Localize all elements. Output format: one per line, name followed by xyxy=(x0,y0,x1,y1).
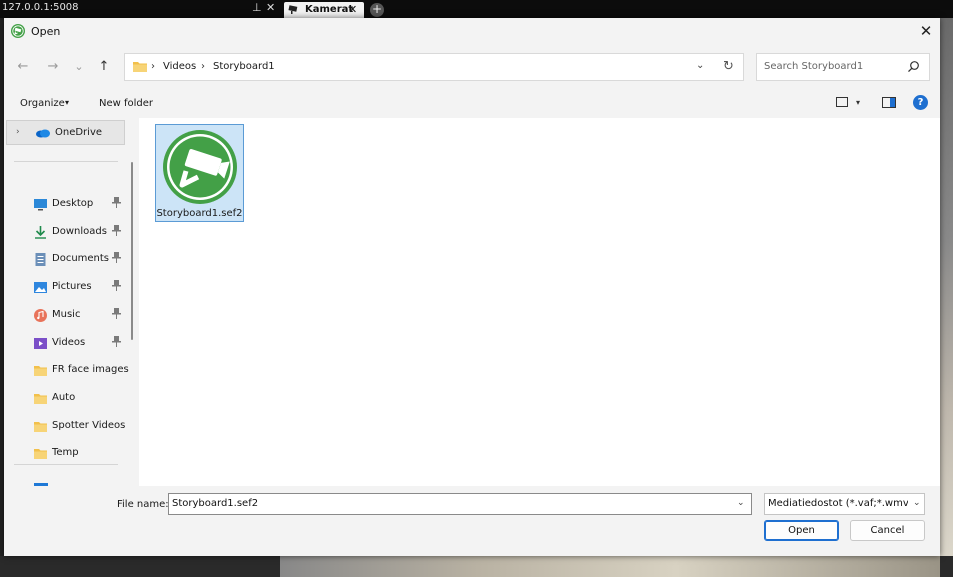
pin-icon[interactable] xyxy=(112,280,121,294)
sidebar-item-label: Music xyxy=(52,308,81,320)
file-item[interactable]: Storyboard1.sef2 xyxy=(155,124,244,222)
navigation-pane: › OneDrive Desktop Downloads Documents Pict… xyxy=(4,118,134,486)
chevron-down-icon[interactable]: ▾ xyxy=(65,98,69,107)
recent-locations-icon[interactable]: ⌄ xyxy=(70,58,88,76)
desktop-icon xyxy=(34,198,47,211)
chevron-down-icon[interactable]: ⌄ xyxy=(913,498,921,508)
sidebar-item-music[interactable]: Music xyxy=(4,303,130,329)
folder-icon xyxy=(133,62,147,72)
dialog-title: Open xyxy=(31,25,61,38)
close-icon[interactable]: ✕ xyxy=(916,22,936,40)
host-tab-label: Kamerat xyxy=(305,4,354,15)
view-options-icon[interactable] xyxy=(836,97,848,107)
sidebar-item-fr-face-images[interactable]: FR face images xyxy=(4,358,130,384)
cloud-icon xyxy=(36,129,50,138)
file-list-pane: Storyboard1.sef2 xyxy=(139,118,940,486)
host-url: 127.0.0.1:5008 xyxy=(2,2,79,13)
pin-icon[interactable] xyxy=(112,335,121,350)
downloads-icon xyxy=(34,225,47,239)
search-input[interactable]: Search Storyboard1 xyxy=(756,53,930,81)
sidebar-item-documents[interactable]: Documents xyxy=(4,247,130,273)
divider xyxy=(14,161,118,162)
forward-arrow-icon[interactable]: → xyxy=(44,58,62,76)
breadcrumb-separator: › xyxy=(201,61,205,72)
sidebar-item-label: Auto xyxy=(52,391,76,403)
sidebar-item-label: OneDrive xyxy=(55,127,103,138)
command-bar: Organize ▾ New folder ▾ ? xyxy=(4,92,940,118)
file-name-value: Storyboard1.sef2 xyxy=(172,498,259,509)
folder-icon xyxy=(34,392,47,405)
breadcrumb-videos[interactable]: Videos xyxy=(163,61,196,72)
pin-icon[interactable] xyxy=(112,224,121,239)
sidebar-item-pictures[interactable]: Pictures xyxy=(4,275,130,301)
breadcrumb-separator: › xyxy=(151,61,155,72)
preview-pane-fill xyxy=(890,98,895,107)
sidebar-item-videos[interactable]: Videos xyxy=(4,331,130,357)
back-arrow-icon[interactable]: ← xyxy=(14,58,32,76)
videos-icon xyxy=(34,337,47,350)
pin-icon[interactable]: ⊥ xyxy=(252,1,262,14)
sidebar-item-label: Pictures xyxy=(52,281,92,293)
dialog-titlebar: Open ✕ xyxy=(4,18,940,44)
app-logo-icon xyxy=(11,24,25,38)
cancel-button[interactable]: Cancel xyxy=(850,520,925,541)
search-placeholder: Search Storyboard1 xyxy=(764,61,864,72)
folder-icon xyxy=(34,447,47,460)
chevron-down-icon[interactable]: ⌄ xyxy=(696,60,704,71)
file-name-field[interactable]: Storyboard1.sef2 ⌄ xyxy=(168,493,752,515)
chevron-down-icon[interactable]: ⌄ xyxy=(737,498,745,508)
sidebar-item-onedrive[interactable]: › OneDrive xyxy=(6,120,125,145)
host-close-icon[interactable]: ✕ xyxy=(266,1,275,14)
file-name-label: File name: xyxy=(117,499,169,510)
sidebar-item-downloads[interactable]: Downloads xyxy=(4,220,130,246)
preview-pane-icon[interactable] xyxy=(882,97,896,108)
folder-icon xyxy=(34,420,47,433)
file-name-label: Storyboard1.sef2 xyxy=(156,208,243,219)
add-tab-icon[interactable]: + xyxy=(370,3,384,17)
dialog-footer: File name: Storyboard1.sef2 ⌄ Mediatiedo… xyxy=(4,486,940,556)
open-file-dialog: Open ✕ ← → ⌄ ↑ › Videos › Storyboard1 ⌄ … xyxy=(4,18,940,556)
sidebar-item-label: Spotter Videos xyxy=(52,419,126,431)
navigation-row: ← → ⌄ ↑ › Videos › Storyboard1 ⌄ ↻ Searc… xyxy=(4,44,940,90)
camera-icon xyxy=(288,5,298,14)
sidebar-item-auto[interactable]: Auto xyxy=(4,386,130,412)
host-video-background xyxy=(940,18,953,577)
sidebar-item-label: FR face images xyxy=(52,364,129,376)
file-type-select[interactable]: Mediatiedostot (*.vaf;*.wmv;*.v ⌄ xyxy=(764,493,925,515)
file-type-value: Mediatiedostot (*.vaf;*.wmv;*.v xyxy=(768,498,908,509)
host-top-bar: 127.0.0.1:5008 ⊥ ✕ Kamerat ✕ + xyxy=(0,0,953,18)
folder-icon xyxy=(34,364,47,377)
tab-close-icon[interactable]: ✕ xyxy=(348,3,357,16)
search-icon xyxy=(908,61,919,73)
camera-app-icon xyxy=(163,130,237,204)
chevron-down-icon[interactable]: ▾ xyxy=(856,98,860,107)
sidebar-item-label: Desktop xyxy=(52,198,94,209)
pin-icon[interactable] xyxy=(112,197,121,211)
sidebar-item-label: Temp xyxy=(52,447,79,459)
open-button[interactable]: Open xyxy=(764,520,839,541)
help-icon[interactable]: ? xyxy=(913,95,928,110)
host-tab-kamerat[interactable]: Kamerat ✕ xyxy=(284,2,364,18)
new-folder-button[interactable]: New folder xyxy=(99,98,153,109)
organize-button[interactable]: Organize xyxy=(20,98,65,109)
sidebar-item-desktop[interactable]: Desktop xyxy=(4,192,130,218)
music-icon xyxy=(34,308,47,322)
sidebar-item-label: Videos xyxy=(52,336,86,348)
nav-scrollbar[interactable] xyxy=(131,162,133,340)
divider xyxy=(14,464,118,465)
pin-icon[interactable] xyxy=(112,252,121,266)
sidebar-item-label: Documents xyxy=(52,253,110,265)
sidebar-item-label: Downloads xyxy=(52,225,107,237)
documents-icon xyxy=(34,253,47,267)
address-bar[interactable]: › Videos › Storyboard1 ⌄ ↻ xyxy=(124,53,744,81)
refresh-icon[interactable]: ↻ xyxy=(723,59,734,74)
host-video-background-bottom xyxy=(280,556,940,577)
up-arrow-icon[interactable]: ↑ xyxy=(95,58,113,76)
sidebar-item-spotter-videos[interactable]: Spotter Videos xyxy=(4,414,130,440)
chevron-right-icon[interactable]: › xyxy=(16,127,20,137)
pictures-icon xyxy=(34,281,47,294)
breadcrumb-storyboard1[interactable]: Storyboard1 xyxy=(213,61,275,72)
pin-icon[interactable] xyxy=(112,307,121,322)
